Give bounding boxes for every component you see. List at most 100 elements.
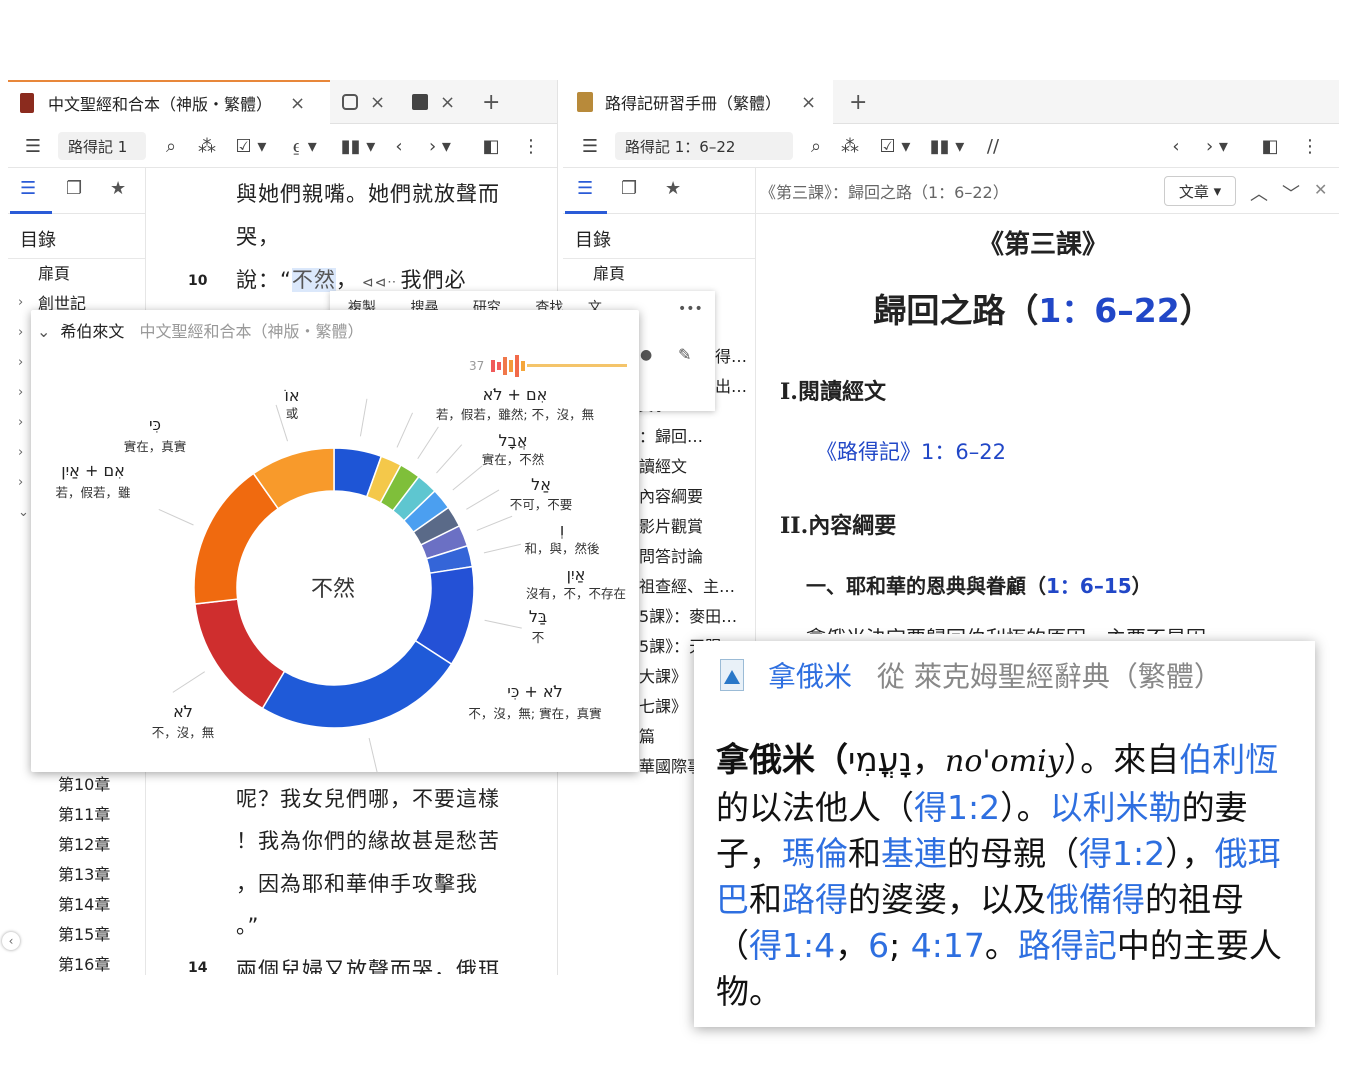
pencil-icon[interactable]: ✎ — [678, 345, 691, 364]
toc-title: 目錄 — [8, 214, 145, 259]
dict-hebrew: נָעֳמִי — [848, 740, 912, 779]
copy-tab-icon[interactable]: ❐ — [621, 178, 637, 199]
reference-input[interactable]: 路得記 1：6–22 — [615, 132, 793, 160]
tab-study-guide[interactable]: 路得記研習手冊（繁體） × — [563, 80, 833, 124]
forward-icon[interactable]: › ▾ — [1197, 132, 1237, 160]
parallel-icon[interactable]: // — [981, 132, 1005, 160]
panel-icon[interactable]: ◧ — [1259, 132, 1281, 160]
new-tab-button[interactable]: + — [482, 80, 502, 124]
dict-link[interactable]: 4:17 — [911, 926, 985, 965]
visual-filter-icon[interactable]: ⁂ — [839, 132, 861, 160]
menu-icon[interactable]: ☰ — [577, 132, 603, 160]
donut-slice[interactable] — [193, 472, 280, 605]
hebrew-label: לֹא — [173, 702, 193, 721]
toc-tab-icon[interactable]: ☰ — [577, 178, 593, 199]
columns-icon[interactable]: ▮▮ ▾ — [927, 132, 967, 160]
chapter-item[interactable]: 第13章 — [58, 860, 110, 890]
dictionary-term-link[interactable]: 拿俄米 — [768, 660, 852, 693]
toc-tab-icon[interactable]: ☰ — [20, 178, 36, 199]
donut-slice[interactable] — [261, 639, 453, 729]
dict-link[interactable]: 路得記 — [1018, 926, 1117, 965]
passage-link[interactable]: 《路得記》1：6–22 — [816, 436, 1006, 466]
heading-text: 歸回之路（ — [873, 291, 1039, 330]
dict-link[interactable]: 俄備得 — [1046, 880, 1145, 919]
verse-number[interactable]: 14 — [188, 960, 207, 974]
subsection-ref-link[interactable]: 1：6–15 — [1046, 574, 1132, 598]
dict-text: 和 — [749, 880, 782, 919]
dict-link[interactable]: 基連 — [881, 834, 947, 873]
chevron-down-icon[interactable]: ﹀ — [1282, 180, 1300, 206]
audio-icon[interactable]: ⊲⊲ᐧᐧ — [362, 275, 397, 291]
star-tab-icon[interactable]: ★ — [665, 178, 681, 199]
bible-line: 呢？我女兒們哪，不要這樣 — [236, 787, 500, 811]
toc-item[interactable]: 扉頁 — [563, 259, 755, 289]
panel-icon[interactable]: ◧ — [480, 132, 502, 160]
heading-text: ） — [1179, 291, 1213, 330]
back-icon[interactable]: ‹ — [390, 132, 408, 160]
left-toolbar: ☰ 路得記 1 ⌕ ⁂ ☑ ▾ ⍷ ▾ ▮▮ ▾ ‹ › ▾ ◧ ⋮ — [8, 124, 557, 168]
leader-line — [172, 671, 206, 693]
book-icon — [20, 93, 34, 113]
new-tab-button[interactable]: + — [849, 80, 869, 124]
chapter-item[interactable]: 第11章 — [58, 800, 110, 830]
chevron-up-icon[interactable]: ︿ — [1250, 180, 1268, 206]
close-icon[interactable]: × — [290, 93, 305, 114]
waveform-icon[interactable] — [491, 355, 627, 377]
selected-word[interactable]: 不然 — [291, 268, 336, 292]
chapter-item[interactable]: 第16章 — [58, 950, 110, 980]
bible-line: 。” — [236, 914, 260, 938]
dict-link[interactable]: 路得 — [782, 880, 848, 919]
filter-icon[interactable]: ☑ ▾ — [873, 132, 917, 160]
partial-paragraph: 拿俄米決定要歸回伯利恆的原因，主要不是因 — [806, 622, 1326, 634]
close-icon[interactable]: ✕ — [1314, 180, 1327, 199]
gloss-label: 不，沒，無; 實在，真實 — [468, 706, 601, 721]
search-icon[interactable]: ⌕ — [805, 132, 827, 160]
toc-item[interactable]: 扉頁 — [8, 259, 145, 289]
close-icon[interactable]: × — [370, 92, 385, 113]
dict-link[interactable]: 瑪倫 — [782, 834, 848, 873]
dict-link[interactable]: 得1:2 — [1079, 834, 1165, 873]
close-icon[interactable]: × — [801, 92, 816, 113]
copy-tab-icon[interactable]: ❐ — [66, 178, 82, 199]
expand-arrows[interactable]: › › › › › › › ⌄ — [18, 288, 29, 528]
reference-input[interactable]: 路得記 1 — [58, 132, 146, 160]
columns-icon[interactable]: ▮▮ ▾ — [338, 132, 378, 160]
chapter-item[interactable]: 第14章 — [58, 890, 110, 920]
tab-bible[interactable]: 中文聖經和合本（神版・繁體） × — [8, 80, 330, 124]
chapter-item[interactable]: 第12章 — [58, 830, 110, 860]
heading-ref-link[interactable]: 1：6–22 — [1038, 291, 1179, 330]
dict-link[interactable]: 伯利恆 — [1179, 740, 1278, 779]
user-icon[interactable]: ● — [640, 347, 652, 363]
forward-icon[interactable]: › ▾ — [420, 132, 460, 160]
back-icon[interactable]: ‹ — [1167, 132, 1185, 160]
more-icon[interactable]: ⋮ — [522, 132, 540, 160]
lesson-title: 《第三課》 — [977, 230, 1108, 260]
dictionary-source: 從 萊克姆聖經辭典（繁體） — [876, 660, 1222, 693]
gloss-label: 實在，真實 — [124, 439, 187, 454]
search-icon[interactable]: ⌕ — [160, 132, 182, 160]
chapter-item[interactable]: 第10章 — [58, 770, 110, 800]
right-toolbar: ☰ 路得記 1：6–22 ⌕ ⁂ ☑ ▾ ▮▮ ▾ // ‹ › ▾ ◧ ⋮ — [563, 124, 1339, 168]
view-dropdown[interactable]: 文章 ▾ — [1164, 176, 1236, 206]
visual-filter-icon[interactable]: ⁂ — [196, 132, 218, 160]
hebrew-label: אַל — [531, 475, 551, 494]
dict-link[interactable]: 以利米勒 — [1050, 788, 1182, 827]
dict-text: ）。 — [1000, 788, 1050, 827]
sidebar-tabs: ☰ ❐ ★ — [8, 168, 145, 214]
more-icon[interactable]: ⋮ — [1301, 132, 1319, 160]
donut-slice[interactable] — [194, 598, 286, 710]
chapter-item[interactable]: 第15章 — [58, 920, 110, 950]
filter-icon[interactable]: ☑ ▾ — [232, 132, 270, 160]
collapse-sidebar-button[interactable]: ‹ — [2, 932, 20, 950]
dict-link[interactable]: 得1:2 — [914, 788, 1000, 827]
tab-study[interactable]: × — [342, 80, 398, 124]
more-icon[interactable]: ••• — [678, 301, 703, 317]
star-tab-icon[interactable]: ★ — [110, 178, 126, 199]
tab-checklist[interactable]: × — [412, 80, 468, 124]
close-icon[interactable]: × — [440, 92, 455, 113]
interlinear-icon[interactable]: ⍷ ▾ — [284, 132, 324, 160]
dict-link[interactable]: 6 — [868, 926, 889, 965]
menu-icon[interactable]: ☰ — [20, 132, 46, 160]
verse-number[interactable]: 10 — [188, 273, 207, 289]
dict-link[interactable]: 得1:4 — [749, 926, 835, 965]
